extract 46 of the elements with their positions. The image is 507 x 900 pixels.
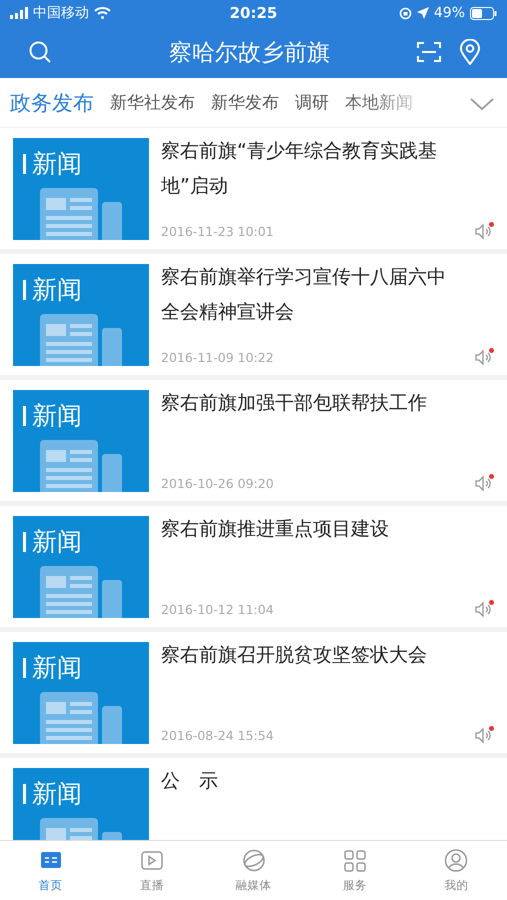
search-icon[interactable] bbox=[28, 40, 52, 64]
battery-percent: 49% bbox=[434, 5, 465, 21]
tab[interactable]: 政务发布 bbox=[10, 88, 94, 116]
speaker-icon[interactable] bbox=[474, 222, 494, 240]
article-date: 2016-11-09 10:22 bbox=[161, 350, 274, 364]
speaker-icon[interactable] bbox=[474, 726, 494, 744]
article-title[interactable]: 察右前旗召开脱贫攻坚签状大会 bbox=[161, 638, 451, 721]
thumbnail-label: 新闻 bbox=[32, 652, 82, 684]
nav-tab[interactable]: 首页 bbox=[0, 841, 102, 900]
article-date: 2016-11-23 10:01 bbox=[161, 224, 274, 238]
battery-icon bbox=[470, 6, 497, 20]
tab[interactable]: 新华社发布 bbox=[110, 91, 195, 114]
thumbnail-label: 新闻 bbox=[32, 148, 82, 180]
globe-icon bbox=[240, 848, 267, 873]
rotation-lock-icon bbox=[398, 6, 412, 20]
speaker-icon[interactable] bbox=[474, 600, 494, 618]
article-date: 2016-10-12 11:04 bbox=[161, 602, 274, 616]
speaker-icon[interactable] bbox=[474, 348, 494, 366]
thumbnail-label: 新闻 bbox=[32, 400, 82, 432]
nav-tab[interactable]: 融媒体 bbox=[202, 841, 304, 900]
nav-tab[interactable]: 直播 bbox=[101, 841, 203, 900]
article-date: 2016-10-26 09:20 bbox=[161, 476, 274, 490]
nav-tab[interactable]: 服务 bbox=[304, 841, 406, 900]
nav-tab[interactable]: 我的 bbox=[406, 841, 507, 900]
article-title[interactable]: 察右前旗加强干部包联帮扶工作 bbox=[161, 386, 451, 469]
article-title[interactable]: 察右前旗推进重点项目建设 bbox=[161, 512, 451, 595]
location-pin-icon[interactable] bbox=[459, 39, 481, 65]
scan-icon[interactable] bbox=[417, 41, 441, 63]
thumbnail-label: 新闻 bbox=[32, 778, 82, 810]
status-time: 20:25 bbox=[230, 4, 278, 22]
tab[interactable]: 新华发布 bbox=[211, 91, 279, 114]
wifi-icon bbox=[94, 7, 111, 19]
tab[interactable]: 调研 bbox=[295, 91, 329, 114]
location-arrow-icon bbox=[416, 7, 429, 19]
thumbnail-label: 新闻 bbox=[32, 274, 82, 306]
app-title: 察哈尔故乡前旗 bbox=[168, 38, 331, 68]
user-icon bbox=[443, 848, 470, 873]
article-date: 2016-08-24 15:54 bbox=[161, 728, 274, 742]
signal-icon bbox=[10, 7, 28, 19]
article-title[interactable]: 公 示 bbox=[161, 764, 451, 840]
speaker-icon[interactable] bbox=[474, 474, 494, 492]
thumbnail-label: 新闻 bbox=[32, 526, 82, 558]
carrier-name: 中国移动 bbox=[33, 4, 89, 22]
article-title[interactable]: 察右前旗举行学习宣传十八届六中全会精神宣讲会 bbox=[161, 260, 451, 343]
grid-icon bbox=[342, 848, 368, 873]
article-title[interactable]: 察右前旗“青少年综合教育实践基地”启动 bbox=[161, 134, 451, 217]
